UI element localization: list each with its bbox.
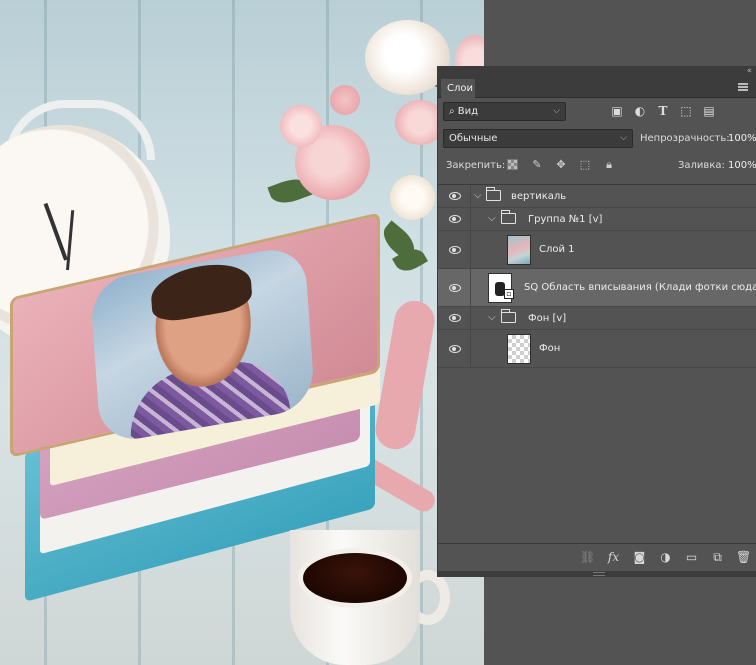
- chevron-down-icon[interactable]: ⌵: [488, 312, 496, 324]
- layer-row-group[interactable]: ⌵ Группа №1 [v]: [438, 208, 756, 231]
- filter-kind-select[interactable]: ⌕ Вид ⌵: [443, 102, 566, 121]
- layer-name: SQ Область вписывания (Клади фотки сюда)…: [524, 282, 756, 293]
- panel-title-bar[interactable]: ‹‹: [438, 66, 756, 76]
- blend-mode-value: Обычные: [449, 133, 498, 144]
- chevron-down-icon: ⌵: [553, 106, 560, 116]
- layer-row-smart-object[interactable]: ▫ SQ Область вписывания (Клади фотки сюд…: [438, 269, 756, 307]
- document-canvas[interactable]: [0, 0, 484, 665]
- trash-icon[interactable]: 🗑︎: [736, 550, 751, 565]
- layer-name: вертикаль: [511, 190, 567, 202]
- layer-thumbnail: [507, 333, 531, 364]
- resize-grip-icon[interactable]: [593, 572, 605, 576]
- layer-thumbnail: [507, 234, 531, 265]
- pink-bud: [330, 85, 360, 115]
- layer-name: Слой 1: [539, 244, 575, 255]
- visibility-toggle[interactable]: [438, 185, 471, 207]
- lock-position-icon[interactable]: ✥: [554, 158, 568, 172]
- filter-kind-value: Вид: [457, 106, 479, 117]
- add-mask-icon[interactable]: ◙: [632, 550, 647, 565]
- blend-mode-select[interactable]: Обычные ⌵: [443, 129, 633, 148]
- lock-row: Закрепить: ✎ ✥ ⬚ 🔒︎ Заливка: 100%: [438, 152, 756, 179]
- visibility-toggle[interactable]: [438, 208, 471, 230]
- folder-icon: [485, 187, 501, 201]
- white-rose: [390, 175, 435, 220]
- visibility-toggle[interactable]: [438, 269, 471, 306]
- tab-layers[interactable]: Слои: [441, 79, 475, 98]
- eye-icon: [449, 245, 461, 254]
- layer-row-group[interactable]: ⌵ Фон [v]: [438, 307, 756, 330]
- adjustment-filter-icon[interactable]: ◐: [633, 104, 647, 118]
- search-icon: ⌕: [449, 106, 455, 117]
- layer-name: Группа №1 [v]: [528, 213, 603, 225]
- pink-ribbon: [372, 297, 438, 453]
- layer-row-group[interactable]: ⌵ вертикаль: [438, 185, 756, 208]
- fill-label: Заливка:: [678, 160, 725, 171]
- lock-icons: ✎ ✥ ⬚ 🔒︎: [506, 158, 616, 172]
- shape-filter-icon[interactable]: ⬚: [679, 104, 693, 118]
- chevron-down-icon[interactable]: ⌵: [474, 190, 482, 202]
- lock-brush-icon[interactable]: ✎: [530, 158, 544, 172]
- visibility-toggle[interactable]: [438, 330, 471, 367]
- chevron-down-icon: ⌵: [620, 133, 627, 143]
- layers-toolbar: ⛓ fx ◙ ◑ ▭ ⧉ 🗑︎: [438, 543, 756, 573]
- image-filter-icon[interactable]: ▣: [610, 104, 624, 118]
- layers-list: ⌵ вертикаль ⌵ Группа №1 [v] Слой 1 ▫ SQ …: [438, 184, 756, 546]
- lock-all-icon[interactable]: 🔒︎: [602, 158, 616, 172]
- new-group-icon[interactable]: ▭: [684, 550, 699, 565]
- fx-icon[interactable]: fx: [606, 550, 621, 565]
- coffee: [298, 548, 412, 608]
- folder-icon: [500, 309, 516, 323]
- eye-icon: [449, 192, 461, 200]
- adjustment-layer-icon[interactable]: ◑: [658, 550, 673, 565]
- lock-transparency-icon[interactable]: [506, 158, 520, 172]
- layer-filter-row: ⌕ Вид ⌵ ▣ ◐ T ⬚ ▤: [438, 98, 756, 125]
- layer-name: Фон [v]: [528, 312, 567, 324]
- new-layer-icon[interactable]: ⧉: [710, 550, 725, 565]
- eye-icon: [449, 215, 461, 223]
- fill-value[interactable]: 100%: [728, 152, 756, 179]
- visibility-toggle[interactable]: [438, 231, 471, 268]
- panel-resize-bar[interactable]: [438, 571, 756, 577]
- blend-row: Обычные ⌵ Непрозрачность: 100%: [438, 125, 756, 152]
- eye-icon: [449, 344, 461, 353]
- eye-icon: [449, 314, 461, 322]
- layers-panel: ‹‹ Слои ⌕ Вид ⌵ ▣ ◐ T ⬚ ▤ Обычные ⌵ Непр…: [437, 66, 756, 577]
- layer-row-image[interactable]: Слой 1: [438, 231, 756, 269]
- panel-menu-icon[interactable]: [738, 83, 748, 91]
- layer-name: Фон: [539, 343, 561, 354]
- lock-artboard-icon[interactable]: ⬚: [578, 158, 592, 172]
- smart-object-icon: ▫: [504, 288, 514, 299]
- smart-object-filter-icon[interactable]: ▤: [702, 104, 716, 118]
- eye-icon: [449, 283, 461, 292]
- lock-label: Закрепить:: [446, 160, 506, 171]
- pink-rose: [280, 105, 322, 147]
- folder-icon: [500, 210, 516, 224]
- visibility-toggle[interactable]: [438, 307, 471, 329]
- opacity-value[interactable]: 100%: [728, 125, 756, 152]
- collapse-icon[interactable]: ‹‹: [747, 66, 752, 76]
- layer-row-background[interactable]: Фон: [438, 330, 756, 368]
- type-filter-icon[interactable]: T: [656, 104, 670, 118]
- panel-tab-bar: Слои: [438, 76, 756, 98]
- chevron-down-icon[interactable]: ⌵: [488, 213, 496, 225]
- link-layers-icon[interactable]: ⛓: [580, 550, 595, 565]
- opacity-label: Непрозрачность:: [640, 133, 730, 144]
- filter-icons: ▣ ◐ T ⬚ ▤: [610, 104, 716, 118]
